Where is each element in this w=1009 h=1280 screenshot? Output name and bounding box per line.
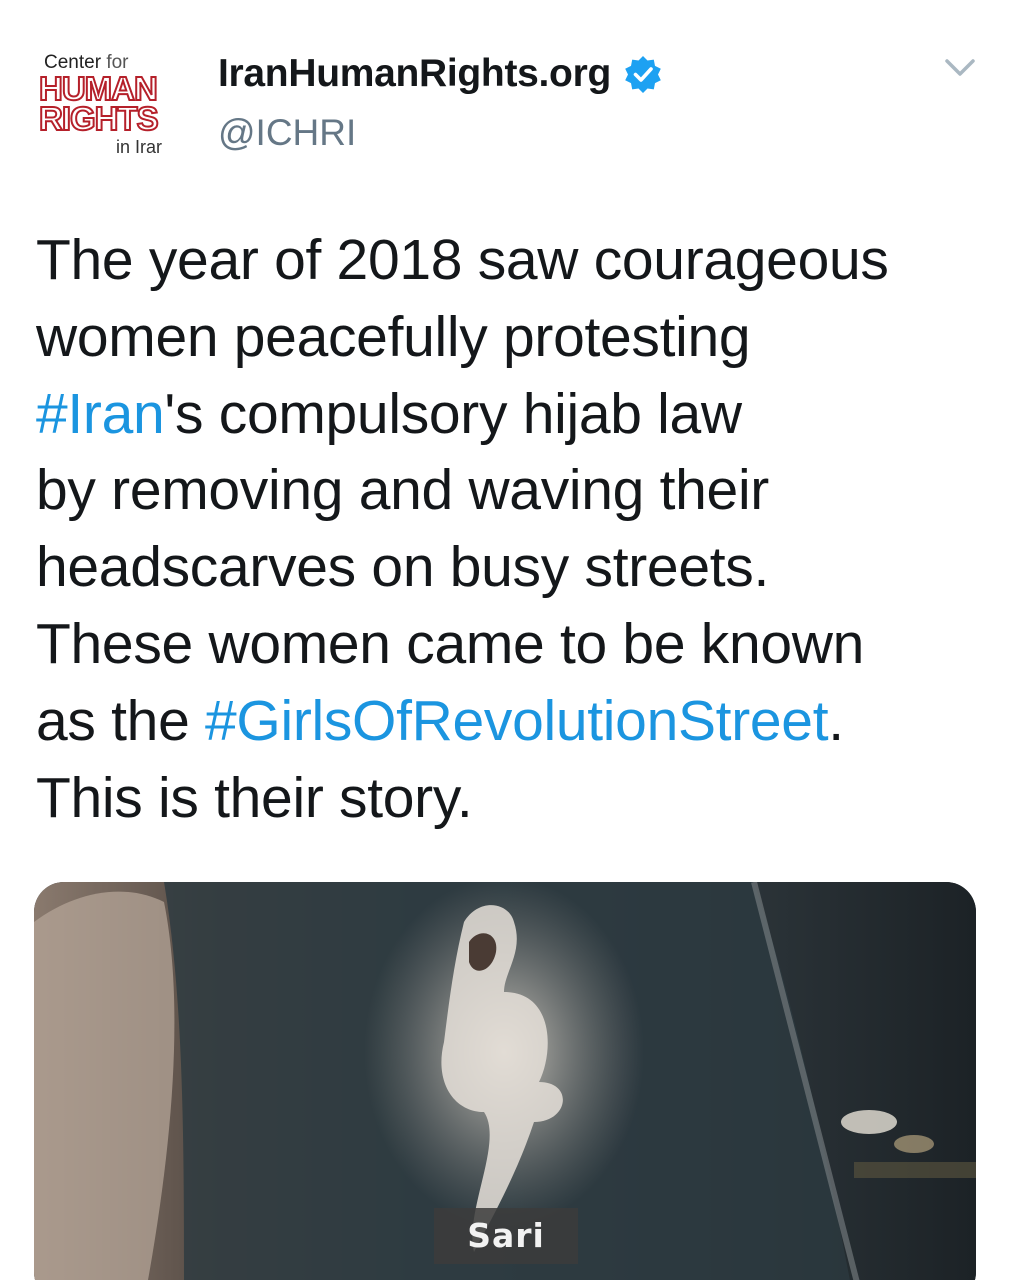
display-name[interactable]: IranHumanRights.org [218, 52, 611, 96]
logo-line-in-iran: in Irar [116, 137, 163, 157]
tweet-text-line: by removing and waving their [36, 452, 976, 529]
tweet-text-segment: This is their story. [36, 765, 473, 830]
tweet-text: The year of 2018 saw courageous women pea… [36, 222, 976, 836]
hashtag-link[interactable]: #Iran [36, 382, 165, 446]
tweet-text-line: #Iran's compulsory hijab law [36, 376, 976, 453]
avatar[interactable]: Center for HUMAN RIGHTS in Irar [36, 48, 186, 160]
tweet-text-line: This is their story. [36, 760, 976, 837]
tweet-text-segment: as the [36, 688, 206, 753]
tweet-text-segment: by removing and waving their [36, 458, 769, 523]
tweet-text-segment: . [828, 688, 844, 753]
tweet-text-segment: The year of 2018 saw courageous [36, 228, 889, 292]
tweet-text-segment: women peacefully protesting [36, 304, 751, 369]
chevron-down-icon[interactable] [942, 56, 978, 80]
tweet[interactable]: Center for HUMAN RIGHTS in Irar IranHuma… [0, 0, 1009, 1280]
user-name-row[interactable]: IranHumanRights.org [218, 52, 663, 96]
logo-line-rights: RIGHTS [38, 100, 160, 137]
tweet-text-segment: headscarves on busy streets. [36, 535, 769, 600]
hashtag-link[interactable]: #GirlsOfRevolutionStreet [205, 689, 829, 753]
tweet-text-segment: These women came to be known [36, 611, 865, 676]
tweet-text-line: women peacefully protesting [36, 299, 976, 376]
tweet-text-line: These women came to be known [36, 606, 976, 683]
user-handle[interactable]: @ICHRI [218, 112, 356, 154]
tweet-text-line: The year of 2018 saw courageous [36, 222, 976, 299]
verified-badge-icon [625, 56, 661, 93]
tweet-text-line: as the #GirlsOfRevolutionStreet. [36, 683, 976, 760]
video-caption: Sari [434, 1208, 578, 1264]
tweet-text-segment: 's compulsory hijab law [164, 381, 742, 446]
tweet-text-line: headscarves on busy streets. [36, 529, 976, 606]
